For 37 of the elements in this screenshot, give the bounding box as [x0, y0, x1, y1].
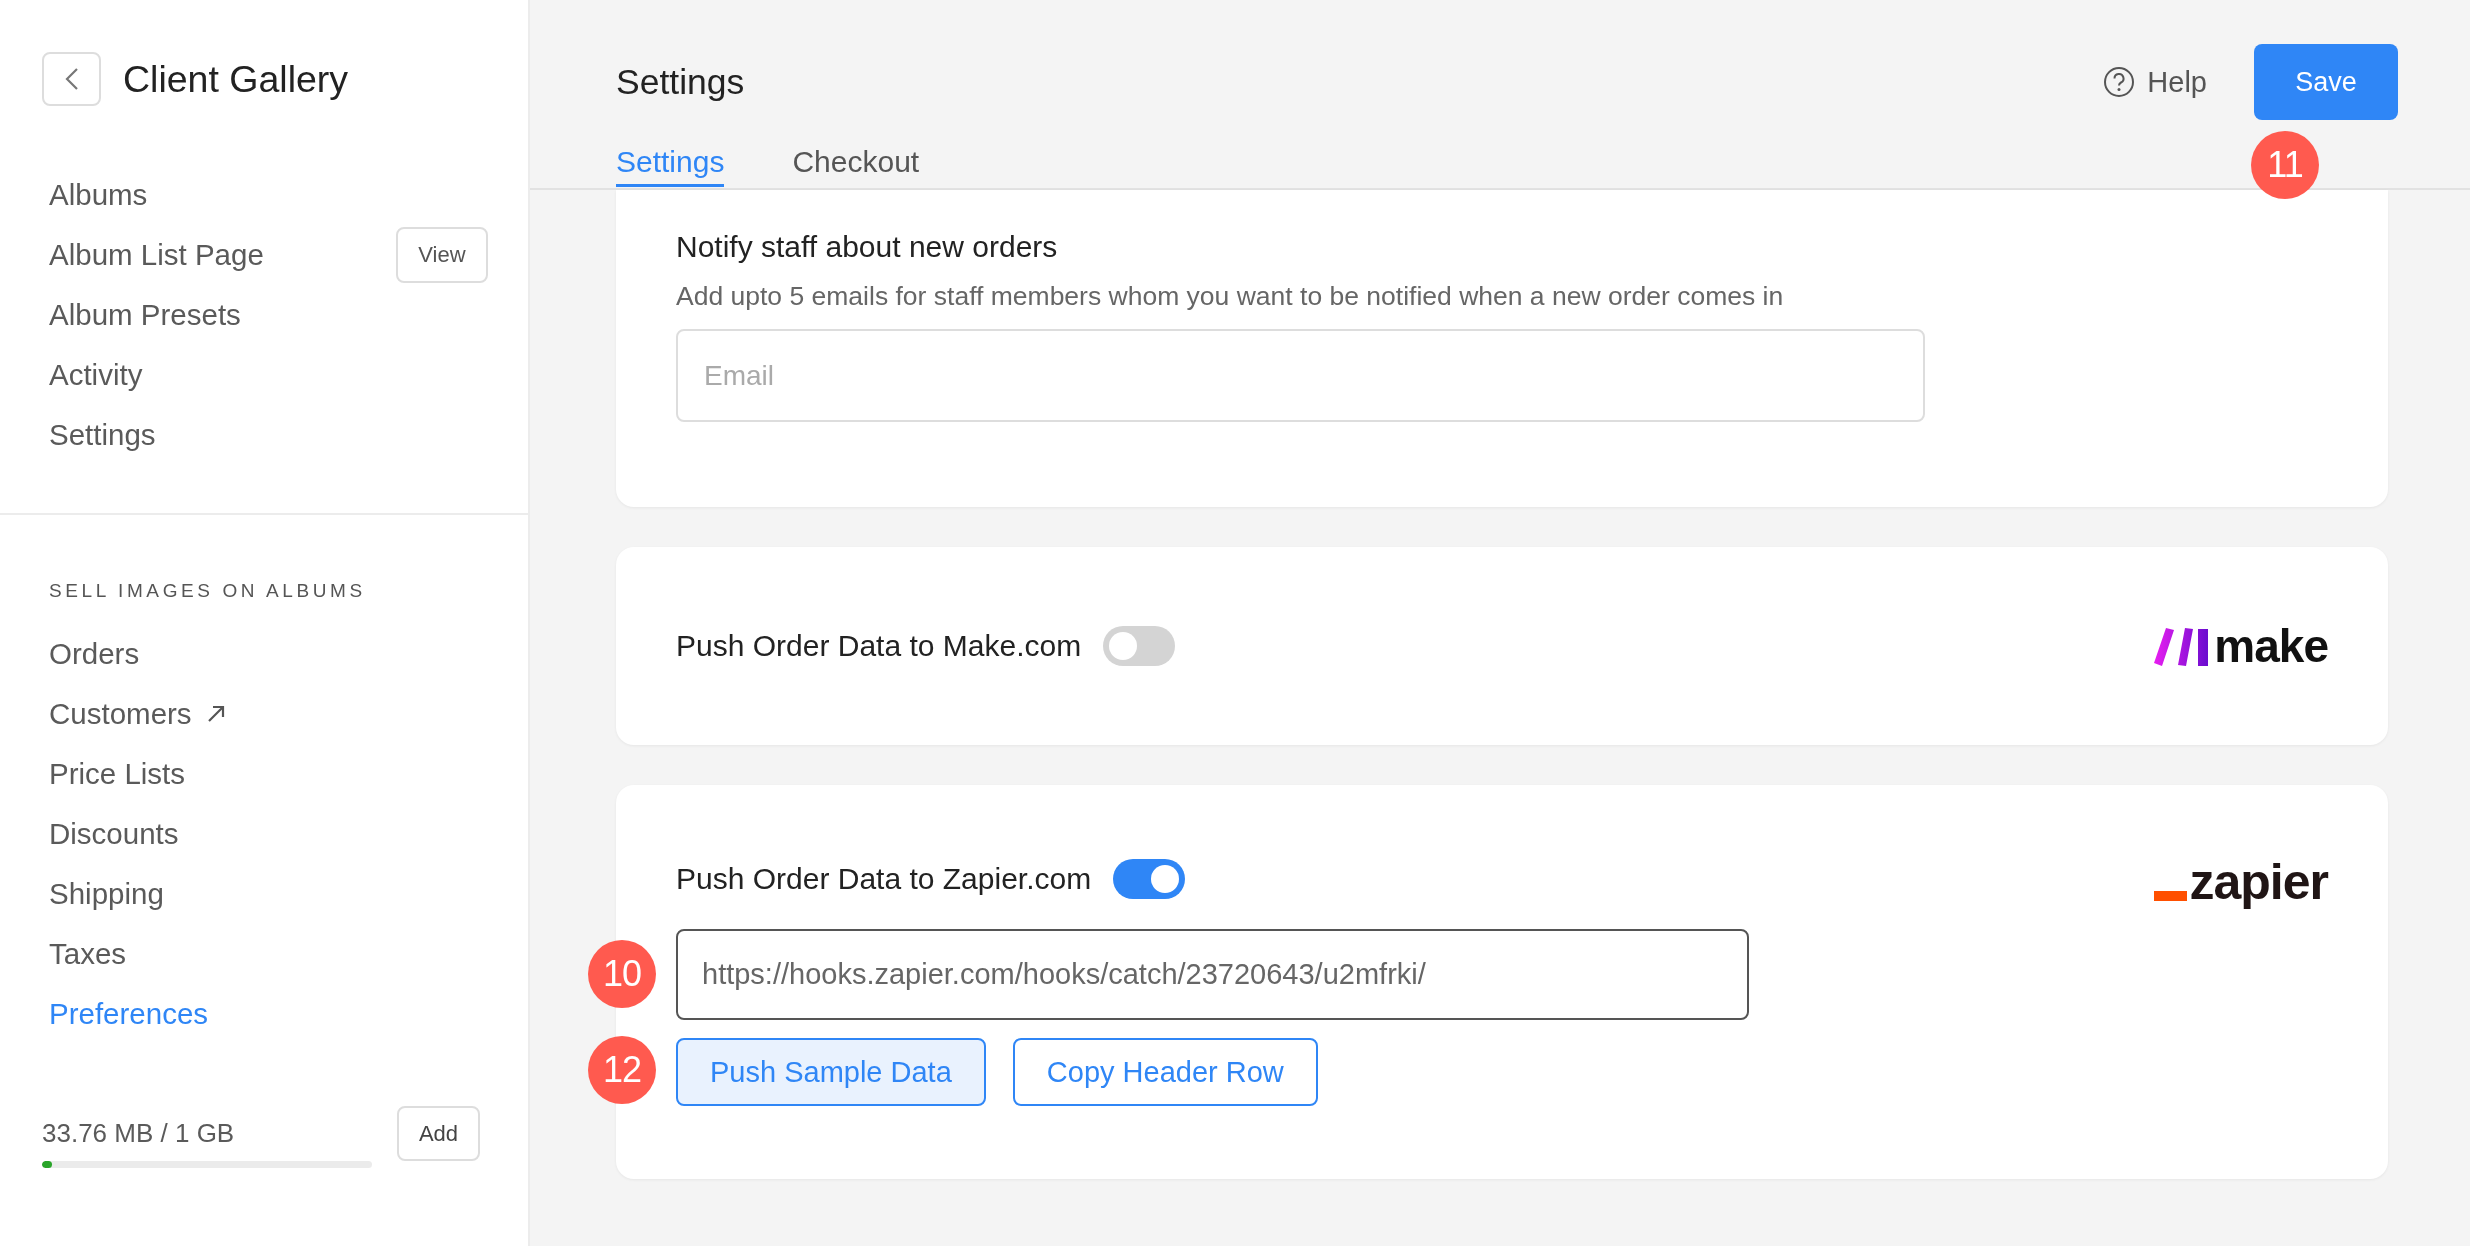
sidebar-item[interactable]: Price Lists — [49, 757, 186, 791]
save-button[interactable]: Save — [2254, 44, 2398, 120]
page-title: Settings — [616, 61, 745, 103]
step-marker: 12 — [588, 1036, 656, 1104]
sidebar-item[interactable]: Taxes — [49, 937, 127, 971]
card-description: Add upto 5 emails for staff members whom you want to be notified when a new order comes in — [676, 281, 1785, 311]
help-icon — [2103, 66, 2136, 98]
back-button[interactable] — [42, 52, 101, 106]
webhook-url-field[interactable]: https://hooks.zapier.com/hooks/catch/23720643/u2mfrki/ — [676, 929, 1749, 1020]
gallery-title: Client Gallery — [123, 57, 349, 101]
card-title: Notify staff about new orders — [676, 230, 1059, 264]
step-marker: 11 — [2251, 131, 2319, 199]
tab[interactable]: Checkout — [792, 145, 920, 187]
sidebar-item[interactable]: Shipping — [49, 877, 164, 911]
add-storage-button[interactable]: Add — [397, 1106, 480, 1161]
outline-button[interactable]: Copy Header Row — [1012, 1038, 1318, 1106]
toggle-switch[interactable] — [1113, 859, 1186, 899]
storage-usage: 33.76 MB / 1 GB — [42, 1117, 236, 1149]
sidebar-item[interactable]: Preferences — [49, 997, 209, 1031]
sidebar-item[interactable]: Orders — [49, 637, 140, 671]
sidebar-item[interactable]: Customers — [49, 697, 192, 731]
view-button[interactable]: View — [396, 227, 488, 283]
step-marker: 10 — [588, 940, 656, 1008]
section-heading: SELL IMAGES ON ALBUMS — [48, 579, 367, 603]
chevron-left-icon — [64, 67, 79, 91]
help-button[interactable]: Help — [2097, 64, 2213, 100]
toggle-switch[interactable] — [1103, 626, 1176, 666]
card-title: Push Order Data to Make.com — [676, 629, 1082, 663]
sidebar-item[interactable]: Discounts — [49, 817, 179, 851]
card-title: Push Order Data to Zapier.com — [676, 862, 1092, 896]
sidebar-item[interactable]: Album Presets — [49, 298, 241, 332]
sidebar-item[interactable]: Albums — [49, 178, 148, 212]
sidebar-item[interactable]: Activity — [49, 358, 143, 392]
email-field[interactable]: Email — [676, 329, 1925, 422]
sidebar-item[interactable]: Album List Page — [49, 238, 264, 272]
make-logo: make — [2152, 624, 2328, 668]
sidebar-item[interactable]: Settings — [49, 418, 156, 452]
